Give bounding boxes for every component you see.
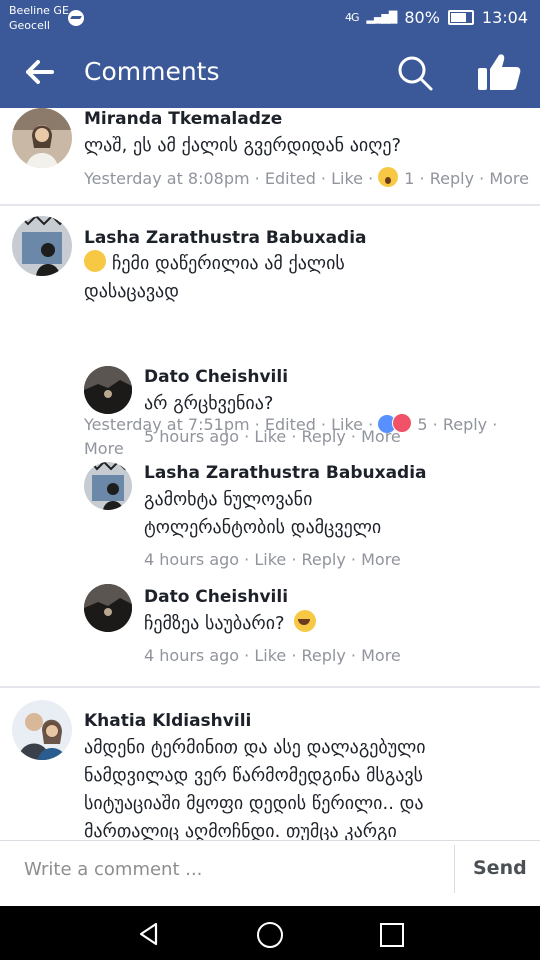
nav-home-icon[interactable] [257, 922, 283, 948]
divider [0, 686, 540, 688]
more-button[interactable]: More [361, 427, 401, 446]
comment-text-line1: ჩემი დაწერილია ამ ქალის [112, 253, 345, 274]
carrier-line1: Beeline GE [9, 4, 69, 17]
comment-input[interactable]: Write a comment ... [24, 859, 202, 880]
reply-author[interactable]: Lasha Zarathustra Babuxadia [144, 462, 427, 484]
comment-text-line3: სიტუაციაში მყოფი დედის წერილი.. და [84, 793, 424, 814]
like-button[interactable]: Like [254, 550, 286, 569]
nav-recent-apps-icon[interactable] [380, 923, 404, 947]
divider [454, 845, 455, 893]
like-button[interactable]: Like [331, 169, 363, 188]
battery-icon [447, 10, 474, 25]
comment-text-line4: მართალიც აღმოჩნდი. თუმცა კარგი [84, 821, 397, 840]
laughing-emoji-icon [294, 610, 317, 632]
reply-button[interactable]: Reply [430, 169, 474, 188]
carrier-line2: Geocell [9, 19, 50, 32]
search-icon[interactable] [396, 54, 434, 92]
wow-reaction-icon[interactable] [378, 167, 399, 187]
like-button[interactable]: Like [254, 427, 286, 446]
comment-text-line2: დასაცავად [84, 281, 179, 302]
messenger-icon [68, 10, 84, 26]
comment-text-line2: ნამდვილად ვერ წარმომედგინა მსგავს [84, 765, 424, 786]
avatar[interactable] [12, 700, 72, 760]
comments-list: Miranda Tkemaladze ლაშ, ეს ამ ქალის გვერ… [0, 108, 540, 840]
reply-author[interactable]: Dato Cheishvili [144, 366, 288, 388]
reply-text-line1: გამოხტა ნულოვანი [144, 489, 313, 510]
comment-author[interactable]: Miranda Tkemaladze [84, 108, 282, 130]
comment-text: ამდენი ტერმინით და ასე დალაგებული ნამდვი… [84, 734, 426, 840]
reply-meta: 4 hours ago · Like · Reply · More [144, 646, 401, 665]
app-bar: Comments [0, 36, 540, 108]
like-button[interactable]: Like [254, 646, 286, 665]
comment-text-line1: ამდენი ტერმინით და ასე დალაგებული [84, 737, 426, 758]
status-bar: Beeline GE Geocell 4G ▂▄▆█ 80% 13:04 [0, 0, 540, 36]
reply-meta: 4 hours ago · Like · Reply · More [144, 550, 401, 569]
avatar[interactable] [12, 108, 72, 168]
comment-author[interactable]: Khatia Kldiashvili [84, 710, 251, 732]
comment-time: Yesterday at 8:08pm [84, 169, 250, 188]
comment-meta: Yesterday at 8:08pm · Edited · Like · 1 … [84, 167, 529, 188]
more-button[interactable]: More [361, 646, 401, 665]
status-icons: 4G ▂▄▆█ 80% 13:04 [345, 8, 528, 27]
reply-time: 5 hours ago [144, 427, 240, 446]
clock: 13:04 [481, 8, 528, 27]
edited-label[interactable]: Edited [265, 169, 316, 188]
smile-emoji-icon [84, 250, 106, 272]
page-title: Comments [84, 57, 220, 86]
reply-button[interactable]: Reply [302, 550, 346, 569]
nav-back-icon[interactable] [136, 921, 162, 947]
comment-text: ჩემი დაწერილია ამ ქალის დასაცავად [84, 250, 345, 306]
send-button[interactable]: Send [473, 857, 527, 879]
battery-percent: 80% [404, 8, 440, 27]
signal-icon: ▂▄▆█ [366, 11, 397, 24]
more-button[interactable]: More [361, 550, 401, 569]
carrier-info: Beeline GE Geocell [9, 3, 69, 33]
comment-text: ლაშ, ეს ამ ქალის გვერდიდან აიღე? [84, 135, 402, 156]
navigation-bar [0, 906, 540, 960]
comment-item: Khatia Kldiashvili ამდენი ტერმინით და ას… [0, 700, 540, 840]
reply-text-content: ჩემზეა საუბარი? [144, 613, 285, 634]
reaction-count[interactable]: 1 [404, 169, 414, 188]
avatar[interactable] [12, 216, 72, 276]
comment-author[interactable]: Lasha Zarathustra Babuxadia [84, 227, 367, 249]
reply-item: Dato Cheishvili ჩემზეა საუბარი? 4 hours … [0, 584, 540, 674]
network-type: 4G [344, 11, 359, 24]
thumbs-up-icon[interactable] [474, 52, 522, 92]
reply-time: 4 hours ago [144, 550, 240, 569]
avatar[interactable] [84, 366, 132, 414]
reply-time: 4 hours ago [144, 646, 240, 665]
comment-composer: Write a comment ... Send [0, 840, 540, 907]
avatar[interactable] [84, 462, 132, 510]
reply-meta: 5 hours ago · Like · Reply · More [144, 427, 401, 446]
comment-item: Miranda Tkemaladze ლაშ, ეს ამ ქალის გვერ… [0, 108, 540, 204]
reply-text: გამოხტა ნულოვანი ტოლერანტობის დამცველი [144, 486, 381, 542]
reply-text: არ გრცხვენია? [144, 393, 274, 414]
more-button[interactable]: More [489, 169, 529, 188]
reply-button[interactable]: Reply [302, 427, 346, 446]
avatar[interactable] [84, 584, 132, 632]
reply-author[interactable]: Dato Cheishvili [144, 586, 288, 608]
reply-text: ჩემზეა საუბარი? [144, 610, 322, 638]
reply-item: Dato Cheishvili არ გრცხვენია? 5 hours ag… [0, 366, 540, 456]
reply-text-line2: ტოლერანტობის დამცველი [144, 517, 382, 538]
reply-button[interactable]: Reply [302, 646, 346, 665]
back-arrow-icon[interactable] [24, 54, 56, 90]
divider [0, 204, 540, 206]
reply-item: Lasha Zarathustra Babuxadia გამოხტა ნულო… [0, 462, 540, 572]
